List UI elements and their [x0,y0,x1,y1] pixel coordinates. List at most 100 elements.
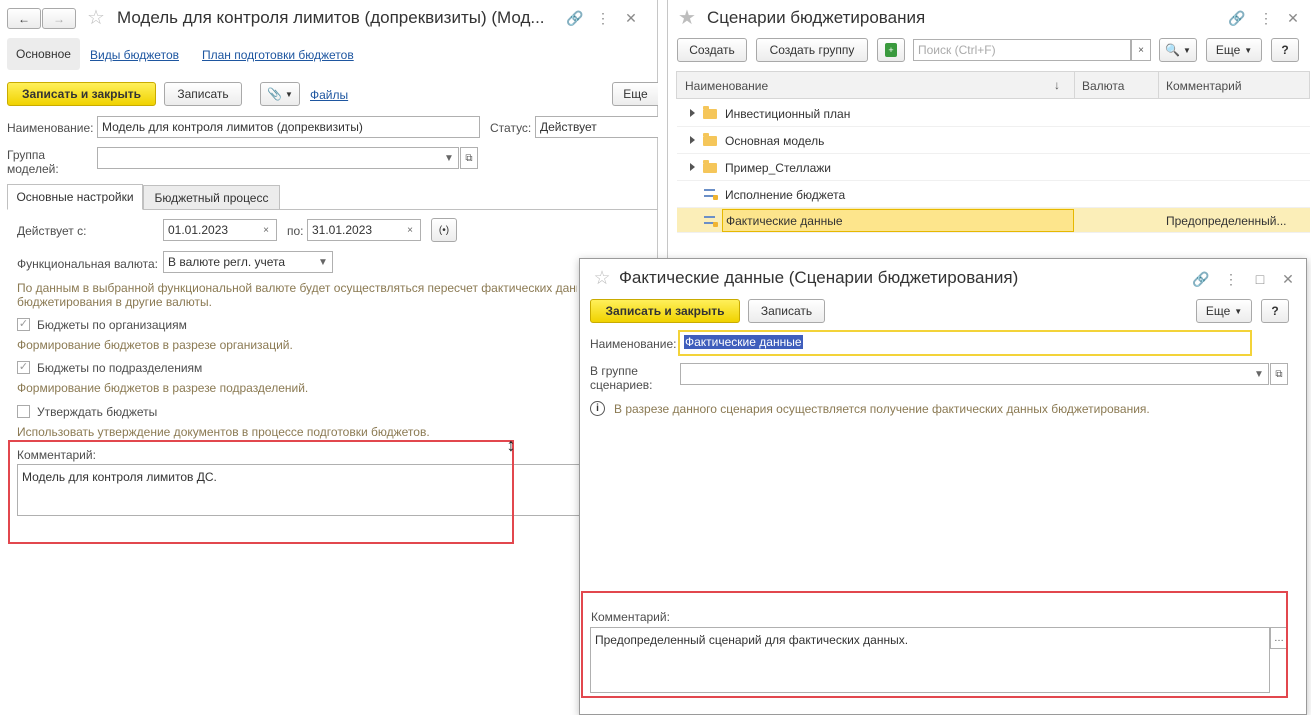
dialog-name-label: Наименование: [590,337,677,351]
group-label-line2: моделей: [7,162,59,176]
create-group-button[interactable]: Создать группу [756,38,868,62]
expand-icon[interactable] [690,163,695,171]
status-field[interactable]: Действует [535,116,658,138]
search-input[interactable]: Поиск (Ctrl+F) [913,39,1131,61]
group-field[interactable] [97,147,459,169]
search-options-button[interactable]: 🔍 ▼ [1159,38,1197,62]
dialog-group-field[interactable] [680,363,1269,385]
chevron-down-icon: ▼ [285,89,293,99]
right-more-vert-icon[interactable]: ⋮ [1259,9,1273,27]
dialog-more-vert-icon[interactable]: ⋮ [1224,270,1238,288]
folder-icon [703,160,717,173]
right-star-icon[interactable]: ★ [676,6,698,29]
forward-button[interactable]: → [42,8,76,29]
dialog-star-icon[interactable]: ☆ [592,268,612,289]
row-name: Основная модель [725,134,825,148]
dialog-name-value: Фактические данные [684,335,803,349]
row-name: Фактические данные [726,214,843,228]
row-name: Инвестиционный план [725,107,851,121]
right-window-title: Сценарии бюджетирования [707,8,926,27]
save-button[interactable]: Записать [164,82,242,106]
col-header-comment[interactable]: Комментарий [1166,79,1242,93]
name-field[interactable]: Модель для контроля лимитов (допреквизит… [97,116,480,138]
right-close-icon[interactable]: ✕ [1286,9,1300,27]
dialog-save-close-button[interactable]: Записать и закрыть [590,299,740,323]
valid-to-clear-icon[interactable]: × [402,220,418,240]
dialog-help-button[interactable]: ? [1261,299,1289,323]
group-open-button[interactable]: ⧉ [460,147,478,169]
right-more-chevron-icon: ▼ [1244,45,1253,55]
by-org-checkbox[interactable]: ✓ [17,318,30,331]
info-icon: i [590,401,605,416]
create-button[interactable]: Создать [677,38,747,62]
period-icon: (•) [438,224,450,236]
tab-basic-settings[interactable]: Основные настройки [7,184,143,210]
right-more-button[interactable]: Еще ▼ [1206,38,1262,62]
attach-button[interactable]: 📎 ▼ [260,82,300,106]
tab-budget-process[interactable]: Бюджетный процесс [143,185,280,210]
period-button[interactable]: (•) [431,218,457,242]
search-placeholder: Поиск (Ctrl+F) [918,43,996,57]
dialog-group-dropdown-icon[interactable]: ▼ [1251,364,1267,384]
func-currency-dropdown-icon[interactable]: ▼ [315,252,331,272]
link-icon[interactable]: 🔗 [566,9,584,27]
by-org-label: Бюджеты по организациям [37,318,187,332]
more-vert-icon[interactable]: ⋮ [596,9,610,27]
nav-budget-types-link[interactable]: Виды бюджетов [90,48,179,62]
valid-from-clear-icon[interactable]: × [258,220,274,240]
dialog-group-open-button[interactable]: ⧉ [1270,363,1288,385]
dialog-maximize-icon[interactable]: □ [1253,270,1267,288]
folder-icon [703,133,717,146]
dialog-group-label-line2: сценариев: [590,378,653,392]
col-header-name[interactable]: Наименование [685,79,768,93]
right-link-icon[interactable]: 🔗 [1228,9,1246,27]
files-link[interactable]: Файлы [310,88,348,102]
group-dropdown-icon[interactable]: ▼ [441,148,457,168]
star-icon[interactable]: ☆ [85,6,107,29]
nav-main-tab[interactable]: Основное [7,38,80,70]
scenario-item-icon [704,216,718,227]
by-dept-checkbox[interactable]: ✓ [17,361,30,374]
left-window [0,0,658,715]
by-org-hint: Формирование бюджетов в разрезе организа… [17,338,293,352]
dialog-close-icon[interactable]: ✕ [1281,270,1295,288]
col-divider-1 [1074,72,1075,98]
dialog-more-chevron-icon: ▼ [1234,306,1243,316]
name-label: Наименование: [7,121,94,135]
dialog-more-button[interactable]: Еще ▼ [1196,299,1252,323]
dialog-more-label: Еще [1205,304,1231,318]
excel-button[interactable]: + [877,38,905,62]
row-name: Исполнение бюджета [725,188,846,202]
nav-prep-plan-link[interactable]: План подготовки бюджетов [202,48,354,62]
dialog-group-label-line1: В группе [590,364,638,378]
by-dept-hint: Формирование бюджетов в разрезе подразде… [17,381,309,395]
search-chevron-icon: ▼ [1183,45,1191,55]
dialog-comment-highlight [581,591,1288,698]
close-icon[interactable]: ✕ [624,9,638,27]
col-divider-2 [1158,72,1159,98]
dialog-save-button[interactable]: Записать [748,299,825,323]
search-clear-button[interactable]: × [1131,39,1151,61]
dialog-name-field[interactable]: Фактические данные [678,330,1252,356]
func-currency-label: Функциональная валюта: [17,257,158,271]
currency-hint-line2: бюджетирования в другие валюты. [17,295,212,309]
expand-icon[interactable] [690,136,695,144]
save-close-button[interactable]: Записать и закрыть [7,82,156,106]
by-dept-label: Бюджеты по подразделениям [37,361,203,375]
group-label: Группа моделей: [7,148,59,176]
valid-from-label: Действует с: [17,224,87,238]
scenario-item-icon [704,189,718,200]
left-more-button[interactable]: Еще [612,82,658,106]
sort-arrow-icon: ↓ [1054,78,1060,92]
col-header-currency[interactable]: Валюта [1082,79,1124,93]
magnifier-icon: 🔍 [1165,43,1181,57]
back-button[interactable]: ← [7,8,41,29]
expand-icon[interactable] [690,109,695,117]
right-help-button[interactable]: ? [1271,38,1299,62]
approve-checkbox[interactable] [17,405,30,418]
approve-label: Утверждать бюджеты [37,405,158,419]
right-more-label: Еще [1215,43,1241,57]
func-currency-field[interactable]: В валюте регл. учета [163,251,333,273]
dialog-link-icon[interactable]: 🔗 [1192,270,1210,288]
dialog-title: Фактические данные (Сценарии бюджетирова… [619,268,1019,287]
